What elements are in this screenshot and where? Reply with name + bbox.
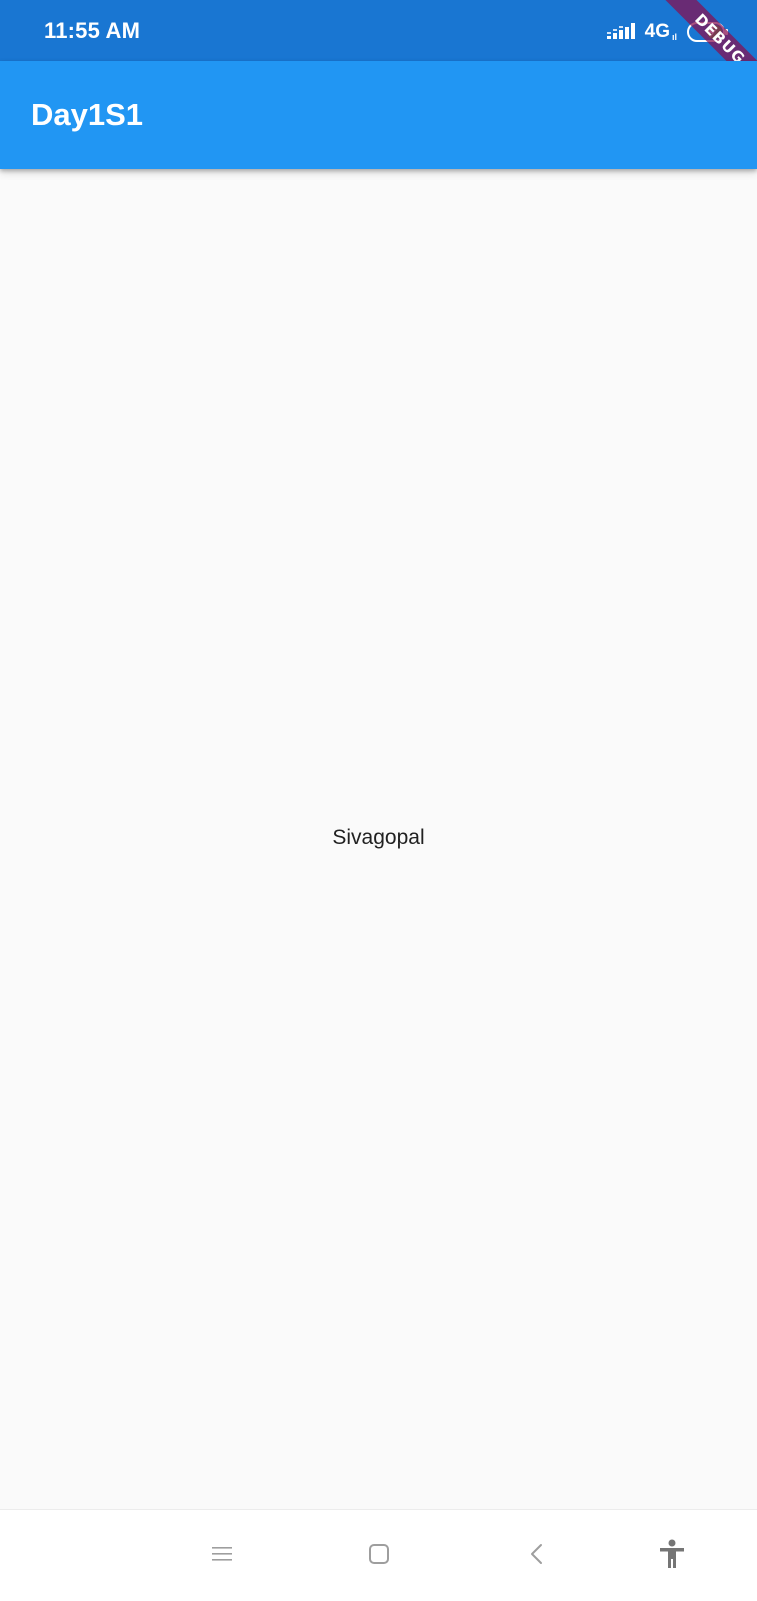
- app-title: Day1S1: [31, 97, 144, 132]
- back-button[interactable]: [513, 1530, 561, 1578]
- rounded-square-icon: [369, 1544, 389, 1564]
- chevron-left-icon: [531, 1544, 542, 1564]
- status-indicators: 4G ıl: [606, 20, 729, 44]
- status-bar: 11:55 AM 4G ıl: [0, 0, 757, 61]
- home-button[interactable]: [355, 1530, 403, 1578]
- network-activity: ıl: [671, 32, 677, 42]
- accessibility-icon: [660, 1539, 684, 1568]
- menu-lines-icon: [212, 1547, 232, 1561]
- accessibility-button[interactable]: [648, 1530, 696, 1578]
- network-type: 4G: [644, 21, 670, 42]
- battery-icon: [687, 22, 728, 42]
- navigation-bar: [0, 1509, 757, 1601]
- app-bar: Day1S1: [0, 61, 757, 169]
- signal-bars-icon: [606, 23, 635, 39]
- center-text: Sivagopal: [332, 826, 425, 849]
- recents-button[interactable]: [198, 1530, 246, 1578]
- main-content: Sivagopal: [0, 169, 757, 1509]
- status-time: 11:55 AM: [44, 18, 141, 43]
